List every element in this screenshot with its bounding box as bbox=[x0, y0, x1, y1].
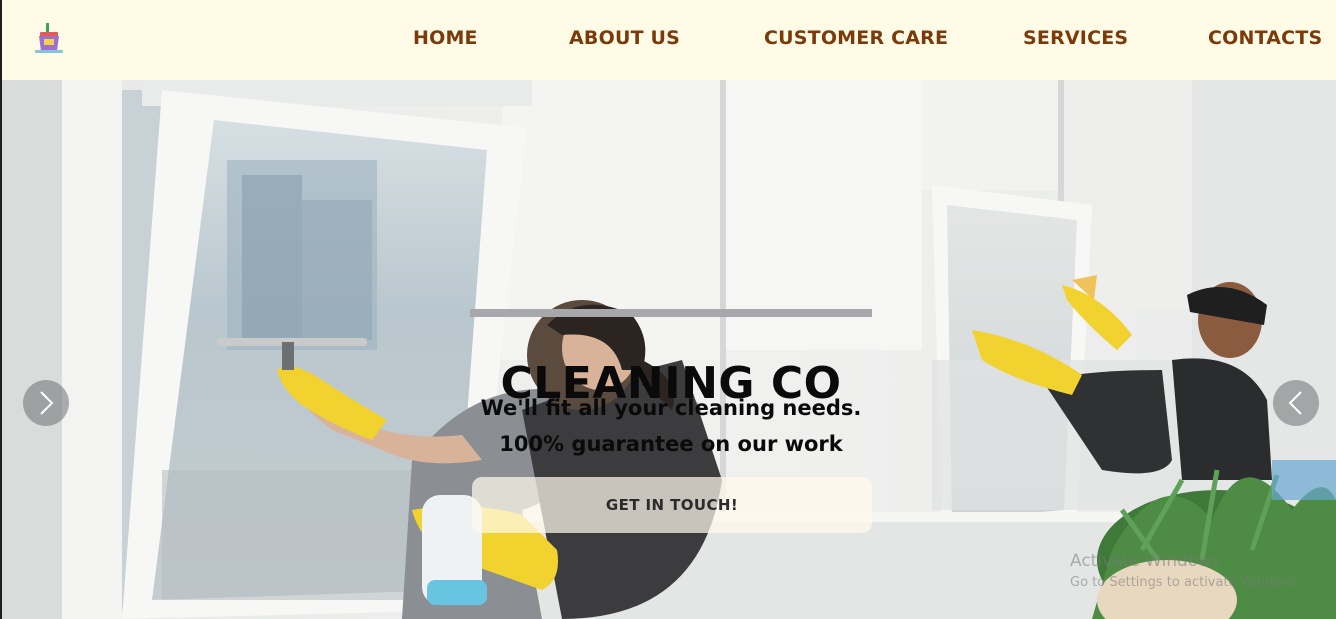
watermark-subtitle: Go to Settings to activate Windows. bbox=[1070, 575, 1303, 590]
main-nav: HOME ABOUT US CUSTOMER CARE SERVICES CON… bbox=[2, 0, 1336, 80]
carousel-next-button[interactable] bbox=[1273, 380, 1319, 426]
nav-contacts[interactable]: CONTACTS bbox=[1208, 27, 1322, 49]
hero-carousel: CLEANING CO We'll fit all your cleaning … bbox=[2, 80, 1336, 619]
chevron-right-icon bbox=[40, 391, 54, 415]
page: HOME ABOUT US CUSTOMER CARE SERVICES CON… bbox=[0, 0, 1336, 619]
nav-about-us[interactable]: ABOUT US bbox=[569, 27, 680, 49]
activate-windows-watermark: Activate Windows Go to Settings to activ… bbox=[1070, 551, 1303, 590]
navbar: HOME ABOUT US CUSTOMER CARE SERVICES CON… bbox=[2, 0, 1336, 80]
hero-tagline: We'll fit all your cleaning needs. bbox=[480, 396, 862, 420]
nav-home[interactable]: HOME bbox=[413, 27, 478, 49]
nav-services[interactable]: SERVICES bbox=[1023, 27, 1128, 49]
carousel-prev-button[interactable] bbox=[23, 380, 69, 426]
hero-photo bbox=[2, 80, 1336, 619]
nav-customer-care[interactable]: CUSTOMER CARE bbox=[764, 27, 948, 49]
hero-accent-bar bbox=[470, 309, 872, 317]
watermark-title: Activate Windows bbox=[1070, 551, 1221, 571]
hero-guarantee: 100% guarantee on our work bbox=[499, 432, 843, 456]
chevron-left-icon bbox=[1288, 391, 1302, 415]
get-in-touch-button[interactable]: GET IN TOUCH! bbox=[472, 477, 872, 533]
